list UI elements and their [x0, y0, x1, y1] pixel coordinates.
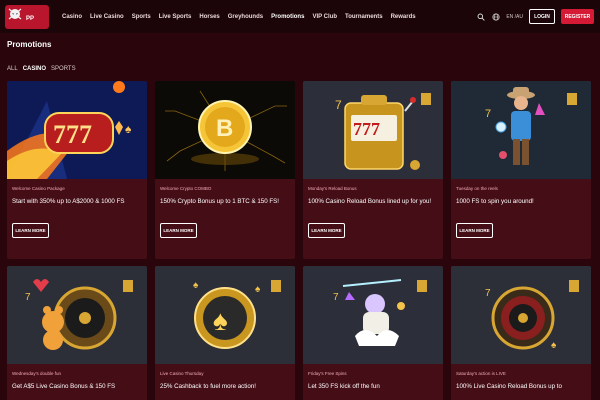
promo-title: Get A$5 Live Casino Bonus & 150 FS: [12, 383, 116, 390]
promotions-grid: 777 ♠ Welcome Casino Package Start with …: [7, 81, 593, 400]
nav-vip-club[interactable]: VIP Club: [308, 14, 341, 20]
top-navigation-bar: PP Casino Live Casino Sports Live Sports…: [0, 0, 600, 33]
category-filters: ALL CASINO SPORTS: [7, 66, 76, 72]
spade-chip-icon: ♠ ♠ ♠: [155, 266, 295, 364]
language-selector[interactable]: EN /AU: [506, 14, 523, 20]
slot-777-icon: 777 ♠: [7, 81, 147, 179]
slot-machine-icon: 777 7: [303, 81, 443, 179]
promo-subtitle: Saturday's action is LIVE: [456, 371, 506, 376]
promo-card[interactable]: 777 ♠ Welcome Casino Package Start with …: [7, 81, 147, 259]
svg-text:777: 777: [53, 120, 92, 149]
nav-greyhounds[interactable]: Greyhounds: [224, 14, 267, 20]
svg-text:♠: ♠: [551, 340, 557, 351]
nav-rewards[interactable]: Rewards: [387, 14, 420, 20]
filter-sports[interactable]: SPORTS: [51, 66, 76, 72]
search-icon[interactable]: [476, 12, 485, 21]
register-button[interactable]: REGISTER: [561, 9, 594, 24]
learn-more-button[interactable]: LEARN MORE: [308, 223, 345, 238]
svg-text:7: 7: [25, 292, 31, 303]
promo-card[interactable]: ♠ ♠ ♠ Live Casino Thursday 25% Cashback …: [155, 266, 295, 400]
promo-card[interactable]: 7 Friday's Free Spins Let 350 FS kick of…: [303, 266, 443, 400]
promo-card[interactable]: B Welcome Crypto COMBO 150% Crypto Bonus…: [155, 81, 295, 259]
promo-subtitle: Live Casino Thursday: [160, 371, 204, 376]
nav-horses[interactable]: Horses: [195, 14, 223, 20]
header-actions: EN /AU LOGIN REGISTER: [476, 0, 594, 33]
svg-text:7: 7: [485, 288, 491, 299]
page-title: Promotions: [7, 40, 52, 49]
svg-text:♠: ♠: [255, 284, 261, 295]
brand-logo[interactable]: PP: [4, 4, 50, 30]
promo-subtitle: Welcome Crypto COMBO: [160, 186, 212, 191]
filter-all[interactable]: ALL: [7, 66, 18, 72]
cowboy-character-icon: 7: [451, 81, 591, 179]
filter-casino[interactable]: CASINO: [23, 66, 46, 72]
promo-card[interactable]: 777 7 Monday's Reload Bonus 100% Casino …: [303, 81, 443, 259]
login-button[interactable]: LOGIN: [529, 9, 555, 24]
main-nav: Casino Live Casino Sports Live Sports Ho…: [58, 14, 420, 20]
svg-text:PP: PP: [26, 16, 34, 22]
roulette-bear-icon: 7: [7, 266, 147, 364]
nav-sports[interactable]: Sports: [128, 14, 155, 20]
svg-text:777: 777: [353, 119, 380, 139]
promo-title: 25% Cashback to fuel more action!: [160, 383, 256, 390]
svg-text:B: B: [216, 115, 233, 142]
promo-subtitle: Tuesday on the reels: [456, 186, 498, 191]
roulette-wheel-icon: 7 ♠: [451, 266, 591, 364]
promo-card[interactable]: 7 Tuesday on the reels 1000 FS to spin y…: [451, 81, 591, 259]
svg-text:♠: ♠: [213, 305, 228, 336]
promo-title: 1000 FS to spin you around!: [456, 198, 534, 205]
nav-promotions[interactable]: Promotions: [267, 14, 308, 20]
learn-more-button[interactable]: LEARN MORE: [160, 223, 197, 238]
promo-title: 100% Live Casino Reload Bonus up to: [456, 383, 562, 390]
promo-title: 150% Crypto Bonus up to 1 BTC & 150 FS!: [160, 198, 280, 205]
promo-title: 100% Casino Reload Bonus lined up for yo…: [308, 198, 432, 205]
promo-title: Start with 350% up to A$2000 & 1000 FS: [12, 198, 125, 205]
promo-card[interactable]: 7 ♠ Saturday's action is LIVE 100% Live …: [451, 266, 591, 400]
nav-tournaments[interactable]: Tournaments: [341, 14, 387, 20]
bitcoin-coin-icon: B: [155, 81, 295, 179]
promo-subtitle: Monday's Reload Bonus: [308, 186, 357, 191]
promo-card[interactable]: 7 Wednesday's double fun Get A$5 Live Ca…: [7, 266, 147, 400]
learn-more-button[interactable]: LEARN MORE: [12, 223, 49, 238]
svg-text:7: 7: [333, 292, 339, 303]
promo-title: Let 350 FS kick off the fun: [308, 383, 380, 390]
svg-text:♠: ♠: [125, 122, 132, 136]
nav-casino[interactable]: Casino: [58, 14, 86, 20]
unicorn-rider-icon: 7: [303, 266, 443, 364]
promo-subtitle: Welcome Casino Package: [12, 186, 65, 191]
promo-subtitle: Wednesday's double fun: [12, 371, 62, 376]
nav-live-sports[interactable]: Live Sports: [155, 14, 196, 20]
promo-subtitle: Friday's Free Spins: [308, 371, 347, 376]
nav-live-casino[interactable]: Live Casino: [86, 14, 128, 20]
svg-text:7: 7: [485, 108, 491, 120]
svg-text:♠: ♠: [193, 280, 199, 291]
learn-more-button[interactable]: LEARN MORE: [456, 223, 493, 238]
svg-text:7: 7: [335, 98, 342, 112]
globe-icon[interactable]: [491, 12, 500, 21]
